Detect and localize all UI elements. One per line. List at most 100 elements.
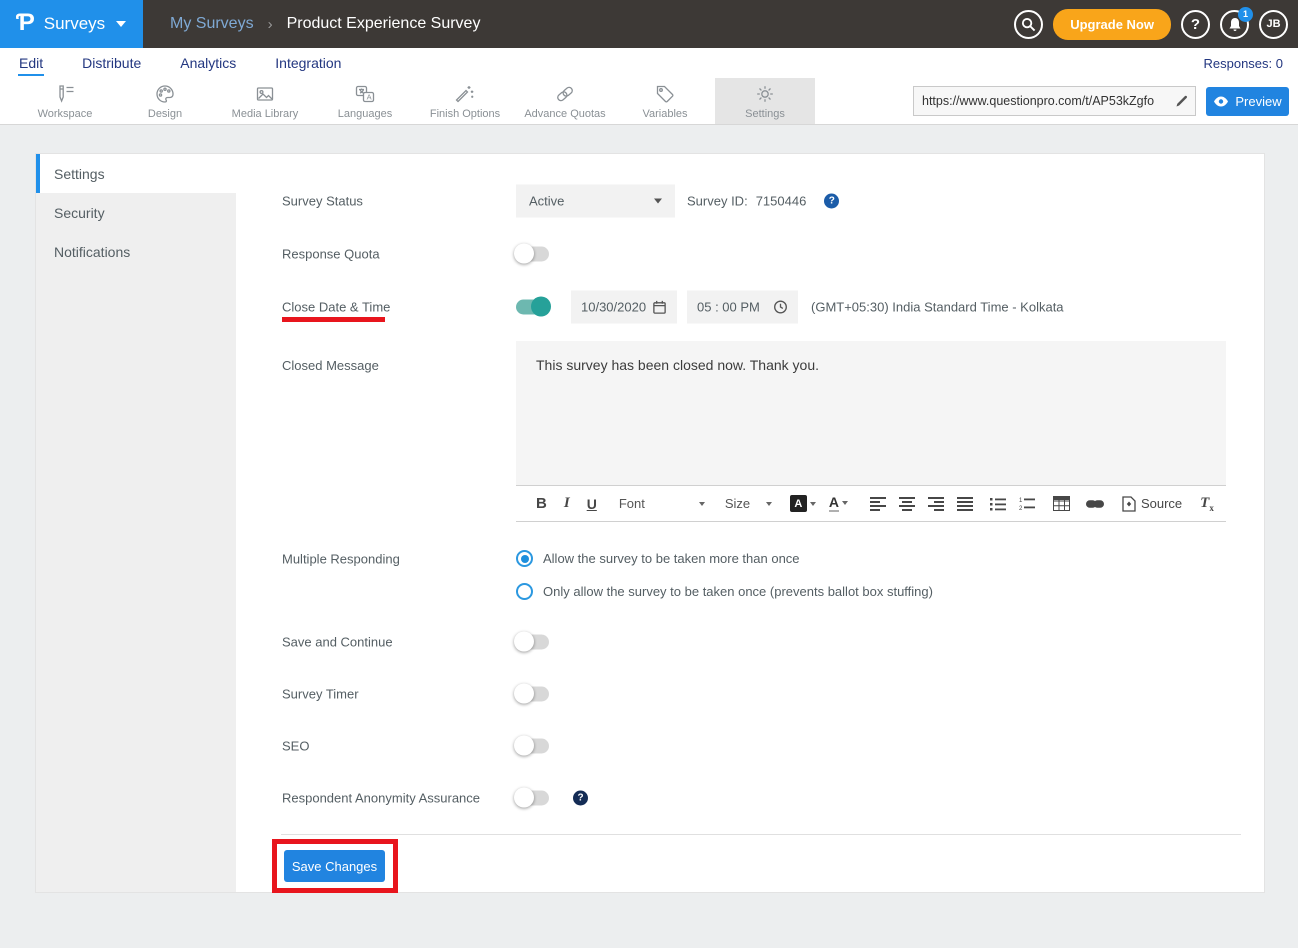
numbered-list-button[interactable]: 12 — [1019, 497, 1035, 511]
toolbar-item-settings[interactable]: Settings — [715, 78, 815, 124]
preview-label: Preview — [1235, 94, 1281, 109]
row-save-and-continue: Save and Continue — [36, 626, 1266, 658]
upgrade-now-button[interactable]: Upgrade Now — [1053, 9, 1171, 40]
survey-timer-label: Survey Timer — [282, 687, 359, 702]
save-changes-button[interactable]: Save Changes — [284, 850, 385, 882]
chevron-down-icon — [116, 21, 126, 27]
notifications-button[interactable]: 1 — [1220, 10, 1249, 39]
align-right-icon — [928, 497, 944, 511]
toggle-knob — [531, 297, 551, 317]
svg-text:1: 1 — [1019, 498, 1023, 504]
top-bar: Ƥ Surveys My Surveys › Product Experienc… — [0, 0, 1298, 48]
image-icon — [254, 83, 276, 105]
edit-url-button[interactable] — [1169, 94, 1195, 108]
calendar-icon — [652, 300, 667, 315]
response-quota-toggle[interactable] — [516, 247, 549, 262]
save-and-continue-label: Save and Continue — [282, 635, 393, 650]
toolbar-item-media-library[interactable]: Media Library — [215, 78, 315, 124]
radio-selected-icon[interactable] — [516, 550, 533, 567]
user-avatar[interactable]: JB — [1259, 10, 1288, 39]
background-color-icon: A — [790, 495, 807, 512]
question-mark-icon: ? — [1191, 16, 1200, 33]
size-dropdown[interactable]: Size — [725, 496, 772, 511]
insert-link-button[interactable] — [1086, 499, 1104, 509]
preview-button[interactable]: Preview — [1206, 87, 1289, 116]
toolbar-item-advance-quotas[interactable]: Advance Quotas — [515, 78, 615, 124]
respondent-anonymity-toggle[interactable] — [516, 791, 549, 806]
settings-panel: Settings Security Notifications Survey S… — [35, 153, 1265, 893]
pencil-icon — [1175, 94, 1189, 108]
seo-toggle[interactable] — [516, 739, 549, 754]
chevron-down-icon — [766, 502, 772, 506]
product-switcher[interactable]: Ƥ Surveys — [0, 0, 143, 48]
italic-button[interactable]: I — [564, 495, 570, 512]
bold-button[interactable]: B — [536, 495, 547, 512]
size-dropdown-label: Size — [725, 496, 750, 511]
close-date-input[interactable]: 10/30/2020 — [571, 291, 677, 324]
closed-message-editor: This survey has been closed now. Thank y… — [516, 341, 1226, 522]
close-date-toggle[interactable] — [516, 300, 549, 315]
close-time-input[interactable]: 05 : 00 PM — [687, 291, 798, 324]
help-button[interactable]: ? — [1181, 10, 1210, 39]
respondent-anonymity-help-icon[interactable]: ? — [573, 791, 588, 806]
radio-option-label: Allow the survey to be taken more than o… — [543, 551, 800, 566]
toolbar-item-finish-options[interactable]: Finish Options — [415, 78, 515, 124]
font-dropdown-label: Font — [619, 496, 645, 511]
font-dropdown[interactable]: Font — [619, 496, 705, 511]
toolbar-item-workspace[interactable]: Workspace — [15, 78, 115, 124]
numbered-list-icon: 12 — [1019, 497, 1035, 511]
breadcrumb-survey-title: Product Experience Survey — [287, 15, 481, 33]
chevron-down-icon — [842, 501, 848, 505]
questionpro-logo-icon: Ƥ — [16, 11, 35, 35]
palette-icon — [154, 83, 176, 105]
toolbar-item-label: Media Library — [232, 108, 299, 120]
source-label: Source — [1141, 496, 1182, 511]
survey-timer-toggle[interactable] — [516, 687, 549, 702]
survey-url-input[interactable] — [914, 94, 1169, 108]
save-and-continue-toggle[interactable] — [516, 635, 549, 650]
text-color-button[interactable]: A — [829, 495, 848, 512]
align-left-button[interactable] — [870, 497, 886, 511]
toolbar-item-design[interactable]: Design — [115, 78, 215, 124]
radio-option-multiple-allowed[interactable]: Allow the survey to be taken more than o… — [516, 550, 800, 567]
survey-id-help-icon[interactable]: ? — [824, 194, 839, 209]
tab-analytics[interactable]: Analytics — [179, 50, 237, 76]
search-icon — [1021, 17, 1036, 32]
align-center-icon — [899, 497, 915, 511]
breadcrumb-my-surveys[interactable]: My Surveys — [170, 15, 254, 33]
radio-option-label: Only allow the survey to be taken once (… — [543, 584, 933, 599]
row-survey-timer: Survey Timer — [36, 678, 1266, 710]
toolbar-item-variables[interactable]: Variables — [615, 78, 715, 124]
clear-formatting-glyph: T — [1200, 495, 1209, 511]
tab-distribute[interactable]: Distribute — [81, 50, 142, 76]
bullet-list-button[interactable] — [990, 497, 1006, 511]
background-color-button[interactable]: A — [790, 495, 816, 512]
avatar-initials: JB — [1266, 18, 1280, 30]
chevron-down-icon — [810, 502, 816, 506]
svg-text:2: 2 — [1019, 506, 1023, 511]
radio-unselected-icon[interactable] — [516, 583, 533, 600]
edit-toolbar: Workspace Design Media Library A Languag… — [0, 78, 1298, 125]
align-right-button[interactable] — [928, 497, 944, 511]
survey-status-label: Survey Status — [282, 194, 363, 209]
closed-message-textarea[interactable]: This survey has been closed now. Thank y… — [516, 341, 1226, 485]
toolbar-item-label: Design — [148, 108, 182, 120]
underline-button[interactable]: U — [587, 496, 597, 512]
source-button[interactable]: Source — [1122, 496, 1182, 512]
toolbar-item-label: Advance Quotas — [524, 108, 605, 120]
justify-button[interactable] — [957, 497, 973, 511]
insert-table-button[interactable] — [1053, 496, 1070, 511]
survey-id-label: Survey ID: — [687, 194, 748, 209]
source-icon — [1122, 496, 1136, 512]
tab-edit[interactable]: Edit — [18, 50, 44, 76]
survey-status-select[interactable]: Active — [516, 185, 675, 218]
response-quota-label: Response Quota — [282, 247, 380, 262]
search-button[interactable] — [1014, 10, 1043, 39]
radio-option-once-only[interactable]: Only allow the survey to be taken once (… — [516, 583, 933, 600]
tab-integration[interactable]: Integration — [274, 50, 342, 76]
toolbar-item-languages[interactable]: A Languages — [315, 78, 415, 124]
breadcrumb-separator-icon: › — [268, 16, 273, 33]
text-color-icon: A — [829, 495, 839, 512]
align-center-button[interactable] — [899, 497, 915, 511]
clear-formatting-button[interactable]: Tx — [1200, 495, 1214, 513]
